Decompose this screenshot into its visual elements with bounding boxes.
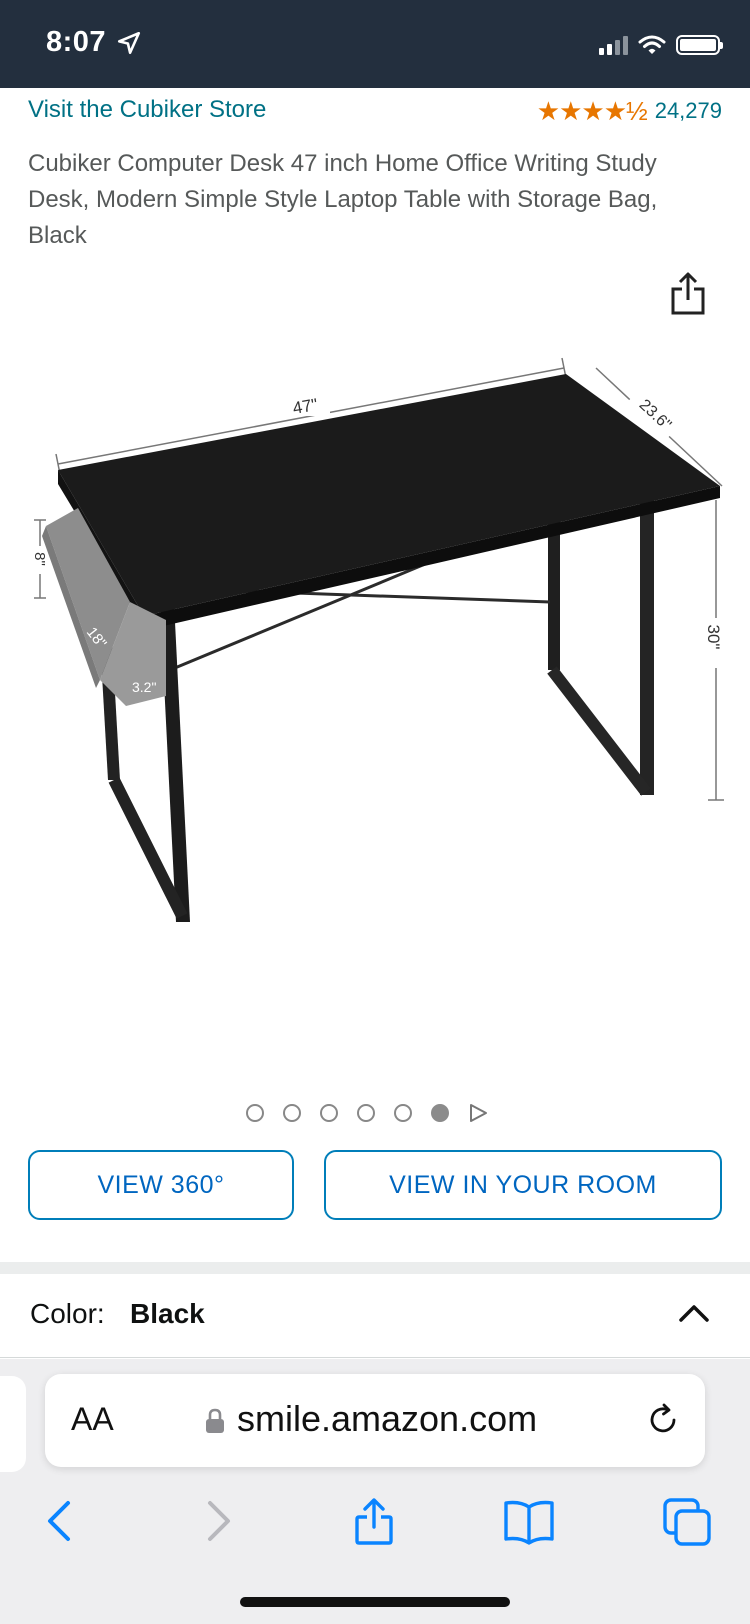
adjacent-tab-preview[interactable]: [0, 1376, 26, 1472]
location-arrow-icon: [117, 31, 141, 55]
gallery-pager[interactable]: [246, 1103, 488, 1123]
wifi-icon: [638, 35, 666, 54]
product-title: Cubiker Computer Desk 47 inch Home Offic…: [28, 150, 658, 249]
back-icon[interactable]: [38, 1497, 82, 1545]
color-selector[interactable]: Color: Black: [0, 1274, 750, 1358]
chevron-up-icon[interactable]: [678, 1302, 710, 1324]
tabs-icon[interactable]: [662, 1497, 712, 1547]
color-label: Color:: [30, 1298, 105, 1329]
home-indicator[interactable]: [240, 1597, 510, 1607]
star-rating-icon: ★★★★½: [536, 96, 648, 126]
gallery-dot[interactable]: [246, 1104, 264, 1122]
store-link[interactable]: Visit the Cubiker Store: [28, 96, 266, 124]
cellular-signal-icon: [599, 35, 628, 55]
view-360-button[interactable]: VIEW 360°: [28, 1150, 294, 1220]
color-value: Black: [130, 1298, 205, 1329]
status-bar: 8:07: [0, 0, 750, 88]
product-image[interactable]: 47" 23.6" 30" 8" 18" 3.2": [0, 340, 750, 980]
address-bar[interactable]: AA smile.amazon.com: [45, 1374, 705, 1467]
view-in-room-button[interactable]: VIEW IN YOUR ROOM: [324, 1150, 722, 1220]
status-icons: [599, 32, 723, 58]
url-text[interactable]: smile.amazon.com: [237, 1398, 537, 1440]
play-video-icon[interactable]: [468, 1103, 488, 1123]
battery-icon: [676, 35, 723, 55]
dim-bag-depth-label: 3.2": [132, 679, 156, 695]
dim-bag-height-label: 8": [31, 552, 48, 566]
share-icon[interactable]: [352, 1497, 396, 1545]
rating[interactable]: ★★★★½ 24,279: [537, 98, 722, 124]
status-time: 8:07: [46, 26, 107, 58]
browser-toolbar: AA smile.amazon.com: [0, 1359, 750, 1624]
gallery-dot[interactable]: [394, 1104, 412, 1122]
lock-icon: [206, 1408, 224, 1433]
gallery-dot[interactable]: [357, 1104, 375, 1122]
section-divider: [0, 1262, 750, 1274]
rating-count[interactable]: 24,279: [655, 98, 722, 124]
browser-nav-row: [0, 1489, 750, 1559]
gallery-dot[interactable]: [283, 1104, 301, 1122]
reload-icon[interactable]: [645, 1402, 681, 1438]
share-icon[interactable]: [670, 272, 706, 316]
aa-label: AA: [71, 1401, 114, 1437]
reader-settings-button[interactable]: AA: [71, 1401, 114, 1438]
bookmarks-icon[interactable]: [502, 1497, 556, 1545]
gallery-dot-active[interactable]: [431, 1104, 449, 1122]
dim-height-label: 30": [704, 625, 723, 650]
gallery-dot[interactable]: [320, 1104, 338, 1122]
forward-icon[interactable]: [196, 1497, 240, 1545]
